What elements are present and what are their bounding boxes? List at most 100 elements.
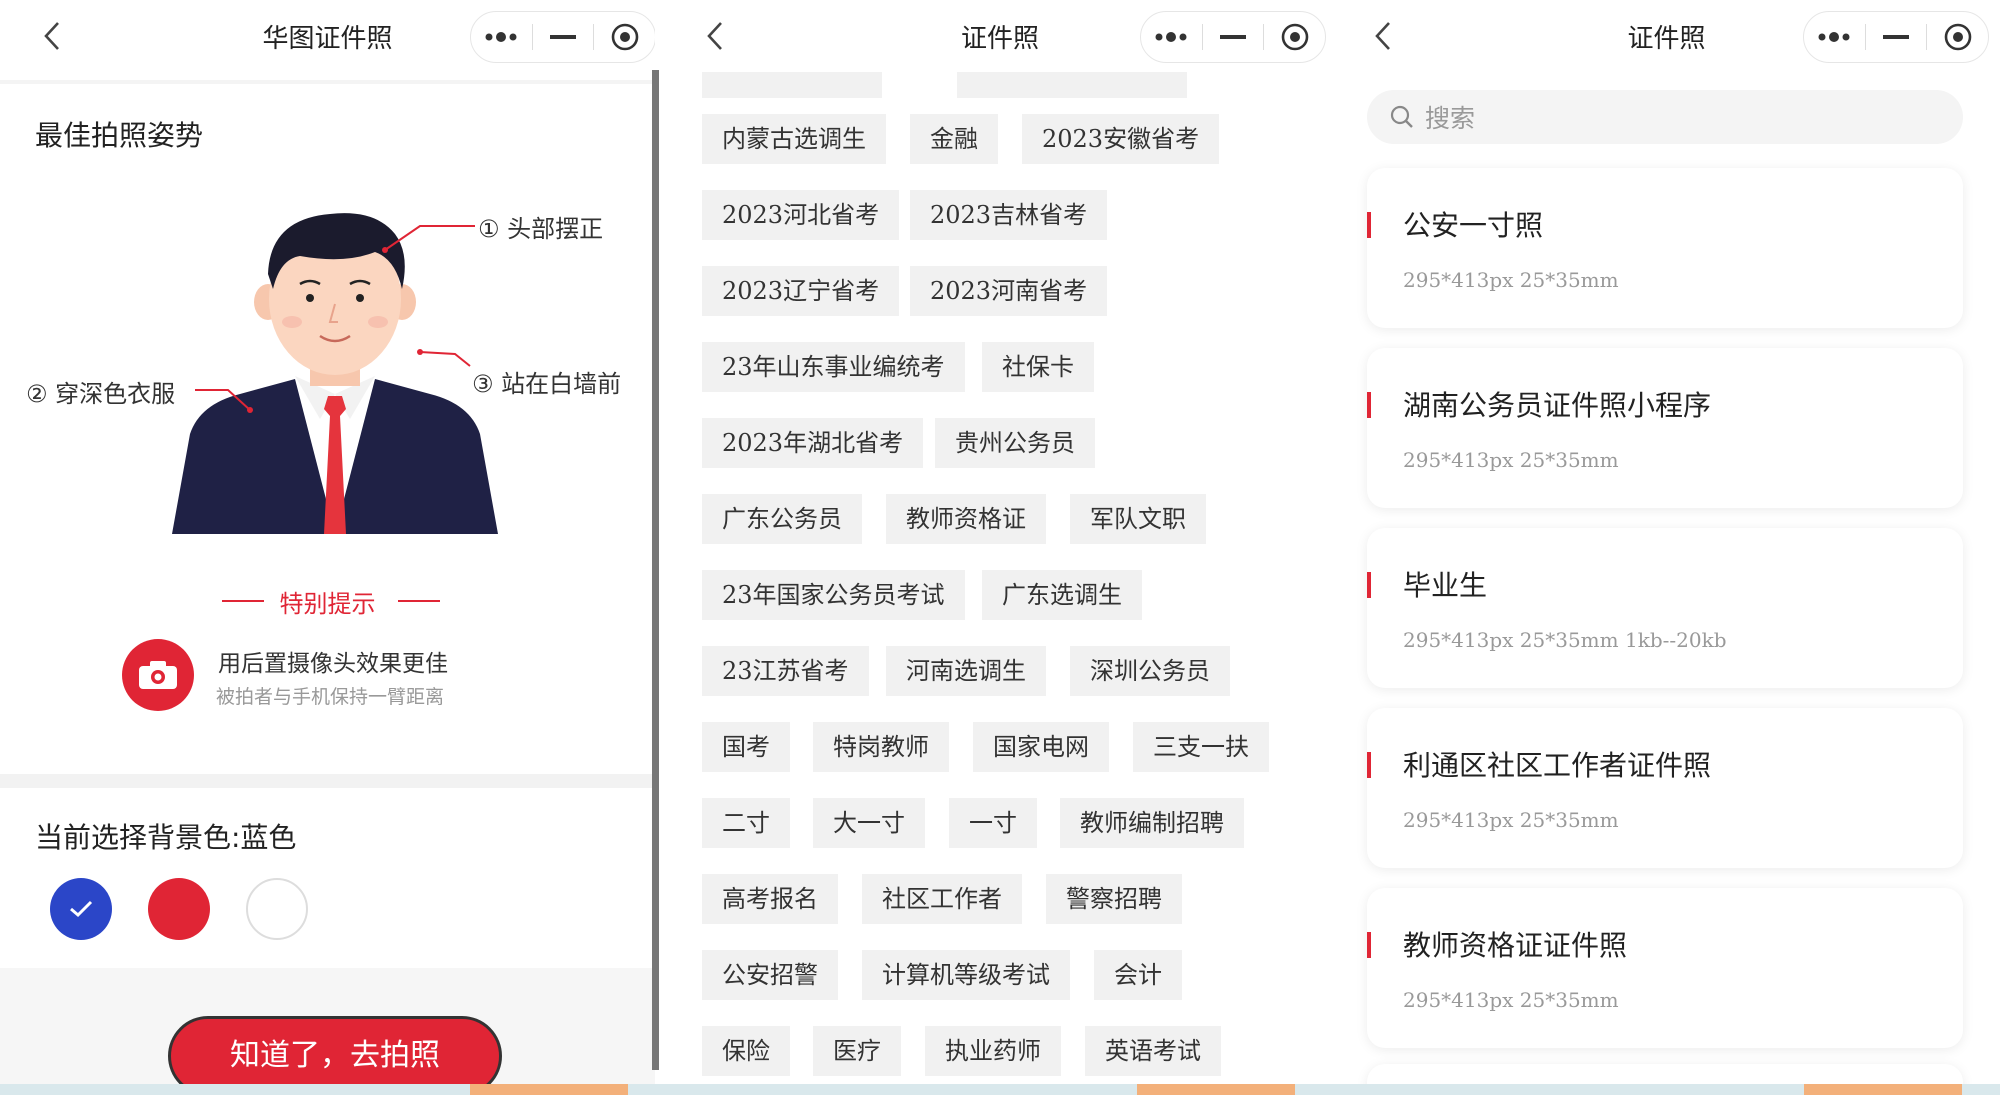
nav-bar: 证件照 (667, 0, 1333, 72)
tag-item[interactable]: 计算机等级考试 (862, 950, 1070, 1000)
tag-item[interactable]: 一寸 (949, 798, 1037, 848)
tip-main-text: 用后置摄像头效果更佳 (218, 651, 448, 677)
camera-icon (122, 639, 194, 711)
swatch-red[interactable] (148, 878, 210, 940)
tag-item[interactable]: 执业药师 (925, 1026, 1061, 1076)
tag-item[interactable]: 大一寸 (813, 798, 925, 848)
swatch-blue[interactable] (50, 878, 112, 940)
nav-bar: 华图证件照 (0, 0, 655, 72)
photo-spec-card-partial[interactable] (1367, 1064, 1963, 1084)
tag-item[interactable]: 教师编制招聘 (1060, 798, 1244, 848)
tag-list: 内蒙古选调生 金融 2023安徽省考 2023河北省考 2023吉林省考 202… (667, 48, 1333, 1084)
bg-color-label: 当前选择背景色:蓝色 (35, 821, 297, 854)
tag-item[interactable]: 河南选调生 (886, 646, 1046, 696)
photo-spec-card[interactable]: 教师资格证证件照 295*413px 25*35mm (1367, 888, 1963, 1048)
category-tags-panel: 内蒙古选调生 金融 2023安徽省考 2023河北省考 2023吉林省考 202… (667, 0, 1333, 1084)
screen: 华图证件照 最佳拍照姿势 ① 头部摆正 ③ 站在白墙前 ② 穿深色衣服 特别提示… (0, 0, 2000, 1095)
mini-program-capsule (1140, 11, 1326, 63)
photo-spec-list-panel: 证件照 搜索 公安一寸照 295*413px 25*35mm 湖南公务员证件照小… (1333, 0, 2000, 1084)
tag-item[interactable]: 广东公务员 (702, 494, 862, 544)
minimize-icon[interactable] (533, 12, 594, 62)
tag-item[interactable]: 三支一扶 (1133, 722, 1269, 772)
minimize-icon[interactable] (1203, 12, 1264, 62)
card-title: 利通区社区工作者证件照 (1403, 749, 1712, 782)
tag-item[interactable]: 保险 (702, 1026, 790, 1076)
card-spec: 295*413px 25*35mm (1403, 808, 1619, 832)
tag-item[interactable]: 23年国家公务员考试 (702, 570, 965, 620)
tag-item[interactable]: 金融 (910, 114, 998, 164)
search-placeholder: 搜索 (1425, 104, 1476, 133)
tag-item[interactable]: 社区工作者 (862, 874, 1022, 924)
accent-bar (1367, 572, 1371, 598)
close-target-icon[interactable] (1927, 12, 1988, 62)
search-input[interactable]: 搜索 (1367, 90, 1963, 144)
tag-item[interactable]: 高考报名 (702, 874, 838, 924)
tip-sub-text: 被拍者与手机保持一臂距离 (216, 686, 445, 708)
callout-head: ① 头部摆正 (478, 215, 604, 243)
more-dots-icon[interactable] (471, 12, 532, 62)
tip-title: 特别提示 (279, 590, 376, 618)
tag-item[interactable]: 23年山东事业编统考 (702, 342, 965, 392)
callout-lines (195, 225, 475, 413)
tag-item[interactable]: 特岗教师 (813, 722, 949, 772)
tag-item[interactable]: 2023河北省考 (702, 190, 900, 240)
mini-program-capsule (1803, 11, 1989, 63)
tag-item[interactable]: 军队文职 (1070, 494, 1206, 544)
tag-item[interactable]: 医疗 (813, 1026, 901, 1076)
accent-bar (1367, 212, 1371, 238)
tag-item[interactable]: 2023安徽省考 (1022, 114, 1220, 164)
card-title: 教师资格证证件照 (1403, 929, 1628, 962)
more-dots-icon[interactable] (1804, 12, 1865, 62)
tag-item[interactable]: 2023吉林省考 (910, 190, 1108, 240)
nav-bar: 证件照 (1333, 0, 2000, 72)
tag-item[interactable]: 国考 (702, 722, 790, 772)
callout-clothes: ② 穿深色衣服 (26, 380, 176, 408)
tag-item[interactable]: 社保卡 (982, 342, 1094, 392)
footer-area: 知道了，去拍照 (0, 968, 655, 1084)
tag-item[interactable]: 23江苏省考 (702, 646, 869, 696)
pose-guide: 最佳拍照姿势 ① 头部摆正 ③ 站在白墙前 ② 穿深色衣服 特别提示 用后置摄像… (0, 80, 655, 778)
photo-spec-card[interactable]: 湖南公务员证件照小程序 295*413px 25*35mm (1367, 348, 1963, 508)
bottom-strip (0, 1084, 2000, 1095)
card-title: 湖南公务员证件照小程序 (1403, 389, 1712, 422)
section-gap (0, 774, 655, 788)
close-target-icon[interactable] (1264, 12, 1325, 62)
tag-item[interactable]: 公安招警 (702, 950, 838, 1000)
card-spec: 295*413px 25*35mm (1403, 268, 1619, 292)
search-icon (1390, 105, 1413, 128)
tag-item[interactable]: 广东选调生 (982, 570, 1142, 620)
minimize-icon[interactable] (1866, 12, 1927, 62)
tag-item[interactable]: 2023河南省考 (910, 266, 1108, 316)
photo-guide-panel: 华图证件照 最佳拍照姿势 ① 头部摆正 ③ 站在白墙前 ② 穿深色衣服 特别提示… (0, 0, 655, 1084)
tag-item[interactable]: 贵州公务员 (935, 418, 1095, 468)
card-title: 毕业生 (1403, 569, 1488, 602)
tag-item[interactable]: 2023辽宁省考 (702, 266, 900, 316)
tag-item[interactable]: 深圳公务员 (1070, 646, 1230, 696)
tag-item[interactable]: 内蒙古选调生 (702, 114, 886, 164)
divider (398, 600, 440, 602)
tag-item[interactable]: 2023年湖北省考 (702, 418, 924, 468)
tag-item[interactable]: 教师资格证 (886, 494, 1046, 544)
swatch-white[interactable] (246, 878, 308, 940)
accent-bar (1367, 392, 1371, 418)
tag-item[interactable]: 警察招聘 (1046, 874, 1182, 924)
callout-wall: ③ 站在白墙前 (472, 370, 622, 398)
tag-item[interactable]: 二寸 (702, 798, 790, 848)
mini-program-capsule (470, 11, 655, 63)
more-dots-icon[interactable] (1141, 12, 1202, 62)
accent-bar (1367, 752, 1371, 778)
card-title: 公安一寸照 (1403, 209, 1544, 242)
photo-spec-card[interactable]: 利通区社区工作者证件照 295*413px 25*35mm (1367, 708, 1963, 868)
tag-item[interactable]: 会计 (1094, 950, 1182, 1000)
go-take-photo-button[interactable]: 知道了，去拍照 (168, 1016, 502, 1084)
card-spec: 295*413px 25*35mm (1403, 988, 1619, 1012)
accent-bar (1367, 932, 1371, 958)
photo-spec-card[interactable]: 公安一寸照 295*413px 25*35mm (1367, 168, 1963, 328)
tag-item[interactable]: 国家电网 (973, 722, 1109, 772)
card-spec: 295*413px 25*35mm (1403, 448, 1619, 472)
photo-spec-card[interactable]: 毕业生 295*413px 25*35mm 1kb--20kb (1367, 528, 1963, 688)
scrollbar[interactable] (652, 70, 659, 1070)
check-icon (70, 900, 93, 918)
close-target-icon[interactable] (594, 12, 655, 62)
tag-item[interactable]: 英语考试 (1085, 1026, 1221, 1076)
